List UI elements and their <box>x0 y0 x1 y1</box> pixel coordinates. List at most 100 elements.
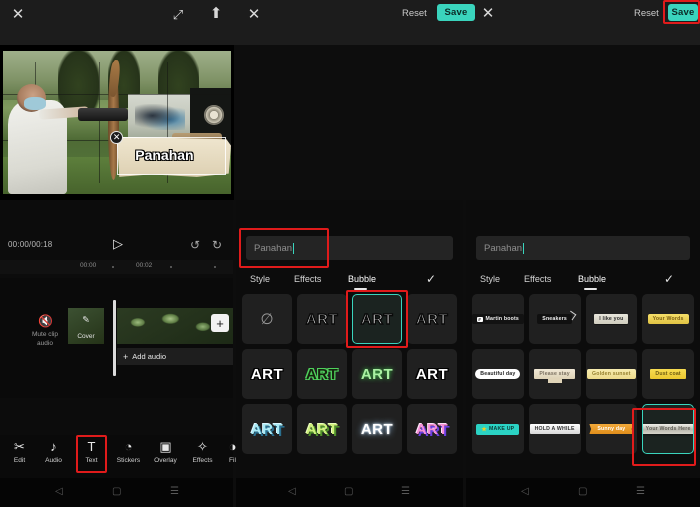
tab-bubble[interactable]: Bubble <box>348 274 376 284</box>
tab-effects[interactable]: Effects <box>524 274 551 284</box>
ruler-tick-label: 00:00 <box>80 262 97 269</box>
undo-icon[interactable]: ↺ <box>190 238 200 252</box>
panel-tabs: Style Effects Bubble ✓ <box>236 272 463 292</box>
bubble-preview: Dust coat <box>650 369 686 379</box>
bubble-option[interactable]: ART <box>242 349 292 399</box>
bubble-option[interactable]: I like you <box>585 294 638 344</box>
toolbar-item-filters[interactable]: ◑ Fil <box>216 439 249 464</box>
art-preview-label: ART <box>415 420 449 438</box>
bottom-toolbar: ✂ Edit ♪ Audio T Text ◔ Stickers ▣ Overl… <box>0 435 236 478</box>
bubble-option[interactable]: HOLD A WHILE <box>528 404 581 454</box>
recents-lines-icon[interactable]: ☰ <box>401 487 410 497</box>
bubble-label: MAKE UP <box>489 426 515 432</box>
bubble-option[interactable]: Sneakers <box>528 294 581 344</box>
filter-icon: ◑ <box>228 439 237 454</box>
bubble-option[interactable]: ART <box>352 404 402 454</box>
tab-style[interactable]: Style <box>250 274 270 284</box>
mute-label-line1: Mute clip <box>31 331 58 338</box>
close-icon[interactable]: ✕ <box>246 6 262 22</box>
art-preview-label: ART <box>360 310 394 328</box>
speaker-mute-icon[interactable]: 🔇 <box>38 314 53 328</box>
check-icon[interactable]: ✓ <box>426 272 436 286</box>
overlay-text[interactable]: Panahan <box>135 147 193 163</box>
preview-pane-archery-banner[interactable]: ✕ Panahan <box>0 45 234 200</box>
back-triangle-icon[interactable]: ◁ <box>288 487 296 497</box>
text-input[interactable]: Panahan <box>246 236 453 260</box>
bubble-option[interactable]: ART <box>407 404 457 454</box>
recents-lines-icon[interactable]: ☰ <box>636 487 645 497</box>
toolbar-item-stickers[interactable]: ◔ Stickers <box>112 439 145 464</box>
close-icon[interactable]: ✕ <box>10 6 26 22</box>
playhead[interactable] <box>113 300 116 376</box>
bubble-option[interactable]: Dust coat <box>642 349 694 399</box>
back-triangle-icon[interactable]: ◁ <box>521 487 529 497</box>
save-button[interactable]: Save <box>668 4 698 21</box>
home-square-icon[interactable]: ▢ <box>344 487 353 497</box>
recents-lines-icon[interactable]: ☰ <box>170 487 179 497</box>
android-navbar: ◁ ▢ ☰ <box>466 478 700 507</box>
art-preview-label: ART <box>305 365 339 383</box>
timeline-ruler[interactable]: 00:00 00:02 <box>0 260 233 274</box>
bubble-option[interactable]: # Martin boots <box>472 294 524 344</box>
tab-style[interactable]: Style <box>480 274 500 284</box>
reset-button[interactable]: Reset <box>634 8 659 19</box>
bubble-option[interactable]: ART <box>297 294 347 344</box>
app-screen: ✕ ⤢ ⬆ ✕ Reset Save ✕ Reset Save ✕ Panaha… <box>0 0 700 507</box>
bubble-option-selected[interactable]: Your Words Here <box>642 404 694 454</box>
bubble-option[interactable]: ART <box>297 349 347 399</box>
bubble-option[interactable]: Your Words <box>642 294 694 344</box>
check-icon[interactable]: ✓ <box>664 272 674 286</box>
toolbar-label: Effects <box>192 457 213 464</box>
close-icon[interactable]: ✕ <box>480 5 496 21</box>
toolbar-item-overlay[interactable]: ▣ Overlay <box>149 439 182 464</box>
toolbar-item-edit[interactable]: ✂ Edit <box>3 439 36 464</box>
bubble-option[interactable]: ART <box>352 349 402 399</box>
home-square-icon[interactable]: ▢ <box>578 487 587 497</box>
reset-button[interactable]: Reset <box>402 8 427 19</box>
add-audio-track[interactable]: + Add audio <box>117 348 233 365</box>
no-bubble-icon: ∅ <box>260 310 274 328</box>
tab-bubble[interactable]: Bubble <box>578 274 606 284</box>
bubble-option[interactable]: Please stay <box>528 349 581 399</box>
archery-preview-banner: ✕ Panahan <box>3 51 231 194</box>
save-button[interactable]: Save <box>437 4 475 21</box>
toolbar-item-text[interactable]: T Text <box>75 439 108 464</box>
bubble-option[interactable]: Golden sunset <box>585 349 638 399</box>
add-clip-button[interactable]: + <box>211 314 229 332</box>
play-icon[interactable]: ▷ <box>113 236 123 252</box>
bubble-preview: Sneakers <box>537 314 572 324</box>
home-square-icon[interactable]: ▢ <box>112 487 121 497</box>
text-bubble-panel-middle: Panahan Style Effects Bubble ✓ ∅ ART ART… <box>236 200 463 478</box>
bubble-option-none[interactable]: ∅ <box>242 294 292 344</box>
sparkle-star-icon: ✧ <box>197 439 208 454</box>
art-preview-label: ART <box>415 365 449 383</box>
bubble-option-selected[interactable]: ART <box>352 294 402 344</box>
art-preview-label: ART <box>360 365 394 383</box>
cover-thumbnail-button[interactable]: ✎ Cover <box>68 308 104 344</box>
back-triangle-icon[interactable]: ◁ <box>55 487 63 497</box>
bubble-preview: I like you <box>594 314 629 324</box>
cover-label: Cover <box>77 333 95 340</box>
redo-icon[interactable]: ↻ <box>212 238 222 252</box>
toolbar-item-effects[interactable]: ✧ Effects <box>186 439 219 464</box>
fullscreen-icon[interactable]: ⤢ <box>170 6 186 22</box>
bubble-option[interactable]: ★ MAKE UP <box>472 404 524 454</box>
tab-selected-underline <box>354 288 367 290</box>
panel-tabs: Style Effects Bubble ✓ <box>466 272 700 292</box>
toolbar-item-audio[interactable]: ♪ Audio <box>37 439 70 464</box>
bubble-option[interactable]: ART <box>407 294 457 344</box>
bubble-option[interactable]: ART <box>297 404 347 454</box>
upload-icon[interactable]: ⬆ <box>208 5 224 21</box>
timeline-tracks[interactable]: 🔇 Mute clip audio ✎ Cover + + Add audio <box>0 278 233 398</box>
bubble-preview: Sunny day <box>589 424 634 434</box>
bubble-option[interactable]: ART <box>407 349 457 399</box>
time-display: 00:00/00:18 <box>8 240 53 249</box>
bubble-option[interactable]: Sunny day <box>585 404 638 454</box>
bubble-preview: HOLD A WHILE <box>529 424 580 434</box>
bubble-option[interactable]: ART <box>242 404 292 454</box>
bubble-preview: Please stay <box>534 369 575 383</box>
text-input[interactable]: Panahan <box>476 236 690 260</box>
tab-effects[interactable]: Effects <box>294 274 321 284</box>
bubble-option[interactable]: Beautiful day <box>472 349 524 399</box>
scissors-icon: ✂ <box>14 439 25 454</box>
